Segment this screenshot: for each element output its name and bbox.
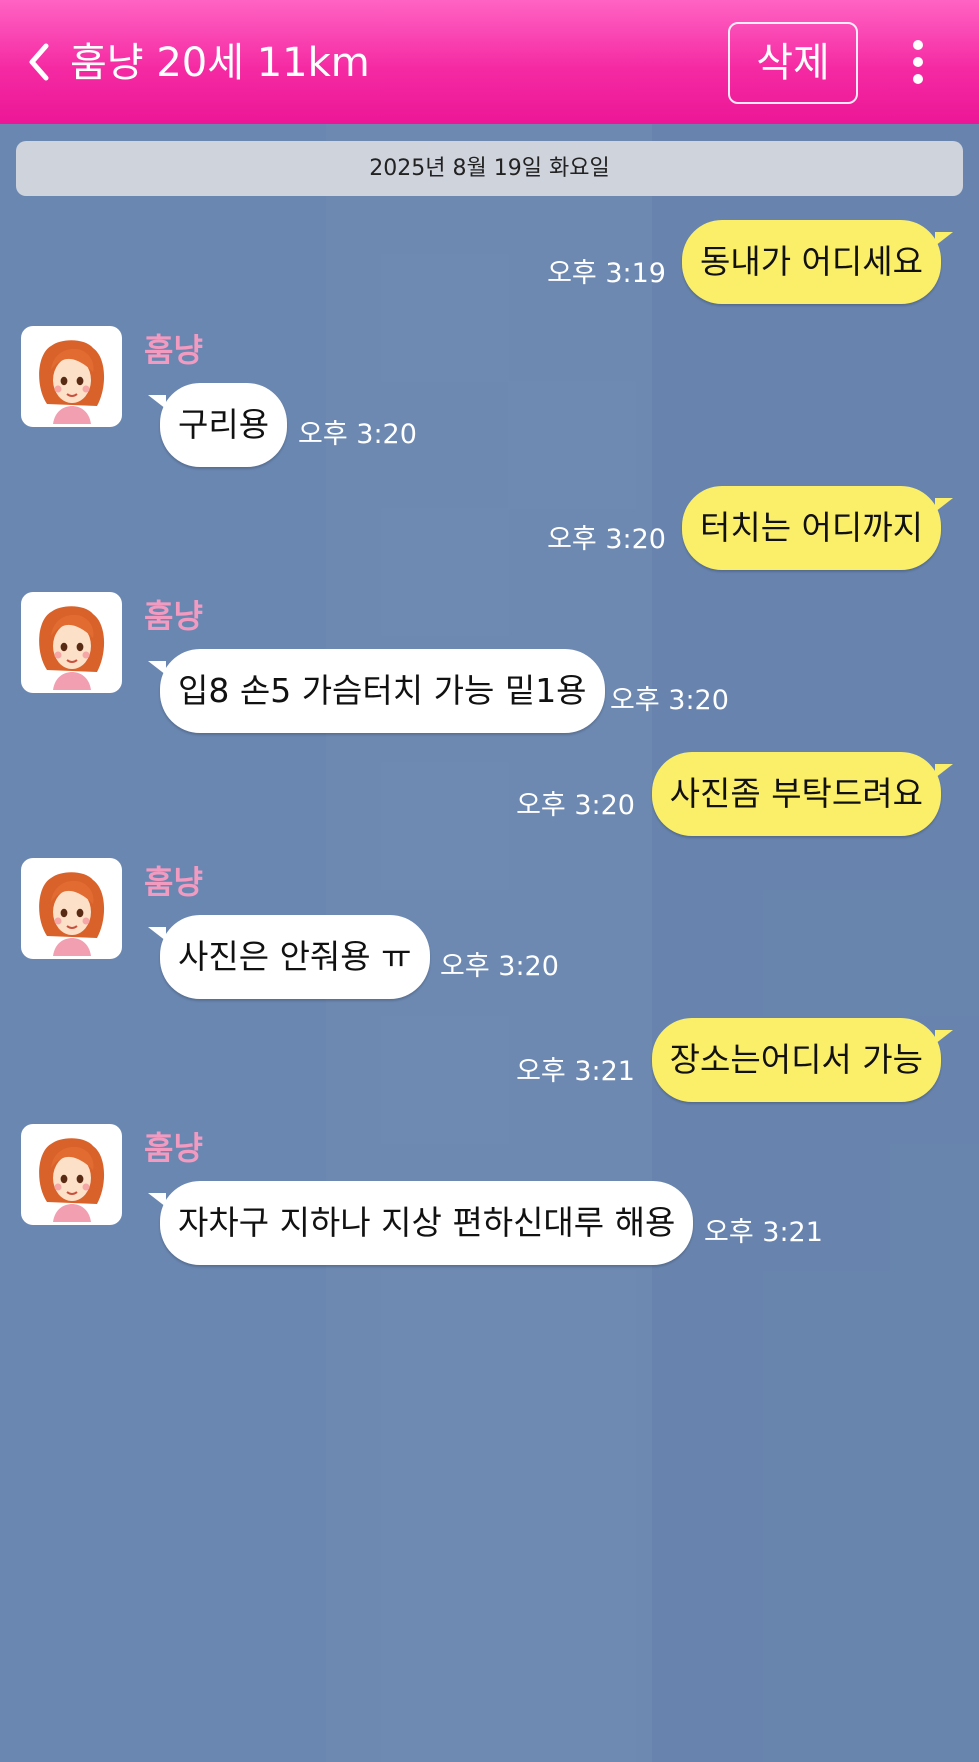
sender-avatar[interactable] [21, 1124, 122, 1225]
cartoon-girl-avatar [39, 1138, 105, 1222]
chevron-left-icon [29, 43, 49, 81]
chat-title: 훔냥 20세 11km [70, 40, 370, 86]
message-time: 오후 3:21 [516, 1056, 635, 1087]
back-button[interactable] [24, 40, 56, 84]
message-time: 오후 3:20 [547, 524, 666, 555]
message-time: 오후 3:21 [704, 1217, 823, 1248]
outgoing-message[interactable]: 장소는어디서 가능 [651, 1018, 954, 1102]
cartoon-girl-avatar [39, 606, 105, 690]
sender-name: 훔냥 [144, 331, 203, 369]
sender-avatar[interactable] [21, 326, 122, 427]
incoming-message[interactable]: 자차구 지하나 지상 편하신대루 해용 [147, 1181, 694, 1265]
sender-avatar[interactable] [21, 592, 122, 693]
more-options-button[interactable] [902, 38, 934, 86]
message-time: 오후 3:19 [547, 258, 666, 289]
outgoing-message[interactable]: 터치는 어디까지 [681, 486, 954, 570]
sender-name: 훔냥 [144, 1129, 203, 1167]
message-time: 오후 3:20 [610, 685, 729, 716]
sender-avatar[interactable] [21, 858, 122, 959]
outgoing-message[interactable]: 사진좀 부탁드려요 [651, 752, 954, 836]
incoming-message[interactable]: 구리용 [147, 383, 288, 467]
cartoon-girl-avatar [39, 340, 105, 424]
outgoing-message[interactable]: 동내가 어디세요 [681, 220, 954, 304]
message-time: 오후 3:20 [516, 790, 635, 821]
incoming-message[interactable]: 사진은 안줘용 ㅠ [148, 915, 430, 999]
sender-name: 훔냥 [144, 597, 203, 635]
background-pane [652, 124, 979, 1762]
cartoon-girl-avatar [39, 872, 105, 956]
chat-header: 훔냥 20세 11km 삭제 [0, 0, 979, 124]
delete-button[interactable]: 삭제 [728, 22, 858, 104]
message-time: 오후 3:20 [298, 419, 417, 450]
date-separator: 2025년 8월 19일 화요일 [16, 141, 963, 196]
incoming-message[interactable]: 입8 손5 가슴터치 가능 밑1용 [148, 649, 605, 733]
message-time: 오후 3:20 [440, 951, 559, 982]
sender-name: 훔냥 [144, 863, 203, 901]
